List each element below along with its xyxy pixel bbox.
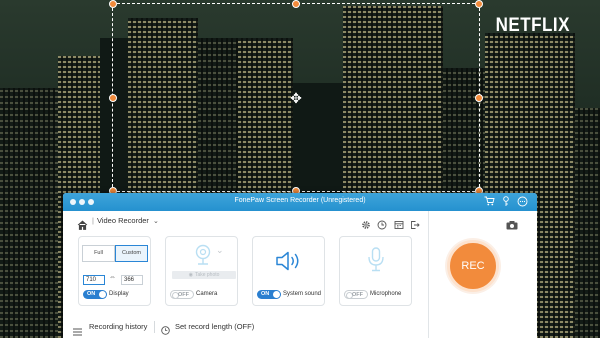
chevron-down-icon: ⌄ [152,218,159,225]
custom-area-button[interactable]: Custom [115,245,148,262]
recorder-mode-dropdown[interactable]: | Video Recorder ⌄ [92,216,159,225]
microphone-label: Microphone [370,291,402,297]
microphone-toggle[interactable]: OFF [344,290,368,299]
recorder-mode-label: Video Recorder [96,216,149,225]
building [0,88,58,338]
toggle-state: OFF [352,292,363,298]
list-icon[interactable] [73,323,82,338]
toggle-knob [99,291,106,298]
move-cursor-icon[interactable]: ✥ [290,91,302,105]
camera-small-icon: ◉ [188,272,193,278]
take-photo-label: Take photo [194,272,220,278]
exit-icon[interactable] [410,217,420,229]
camera-dropdown-chevron-icon[interactable]: ⌄ [216,245,224,256]
microphone-panel: OFF Microphone [339,236,412,306]
separator: | [92,216,94,225]
key-icon[interactable] [500,196,512,208]
home-icon[interactable] [77,217,89,230]
webcam-icon [193,244,213,266]
window-title: FonePaw Screen Recorder (Unregistered) [234,197,366,204]
netflix-logo: NETFLIX [495,13,570,36]
resize-handle-right[interactable] [475,93,483,102]
resize-handle-top-right[interactable] [475,0,483,8]
system-sound-panel: ON System sound [252,236,325,306]
cart-icon[interactable] [483,196,495,208]
width-input[interactable]: 710 [83,275,105,285]
separator [154,321,155,333]
resize-handle-left[interactable] [109,93,117,102]
resize-handle-top[interactable] [292,0,300,8]
system-sound-toggle[interactable]: ON [257,290,281,299]
full-screen-button[interactable]: Full [82,245,115,262]
toolbar: | Video Recorder ⌄ [63,211,518,233]
bottom-bar: Recording history Set record length (OFF… [63,317,429,338]
display-toggle[interactable]: ON [83,290,107,299]
height-input[interactable]: 366 [121,275,143,285]
clock-icon[interactable] [377,217,387,230]
speaker-icon [275,249,303,278]
gear-icon[interactable] [361,217,371,229]
resize-handle-top-left[interactable] [109,0,117,8]
camera-icon[interactable] [506,217,518,230]
system-sound-label: System sound [283,291,322,297]
calendar-icon[interactable] [394,217,404,229]
recording-history-link[interactable]: Recording history [89,322,147,331]
building [575,108,600,338]
timer-icon[interactable] [161,322,170,338]
microphone-icon [367,247,385,278]
link-icon[interactable]: ⇔ [109,274,116,281]
title-bar[interactable]: FonePaw Screen Recorder (Unregistered) [63,193,537,211]
recorder-window: FonePaw Screen Recorder (Unregistered) |… [63,193,537,338]
toggle-state: ON [87,291,96,297]
display-label: Display [109,291,129,297]
chat-icon[interactable] [516,196,528,208]
set-record-length-link[interactable]: Set record length (OFF) [175,322,254,331]
camera-panel: ⌄ ◉ Take photo OFF Camera [165,236,238,306]
camera-toggle[interactable]: OFF [170,290,194,299]
take-photo-button[interactable]: ◉ Take photo [172,271,236,279]
toggle-knob [273,291,280,298]
rec-button[interactable]: REC [447,240,499,292]
camera-label: Camera [196,291,218,297]
toggle-state: OFF [178,292,189,298]
toggle-state: ON [261,291,270,297]
display-panel: Full Custom 710 ⇔ 366 ON Display [78,236,151,306]
